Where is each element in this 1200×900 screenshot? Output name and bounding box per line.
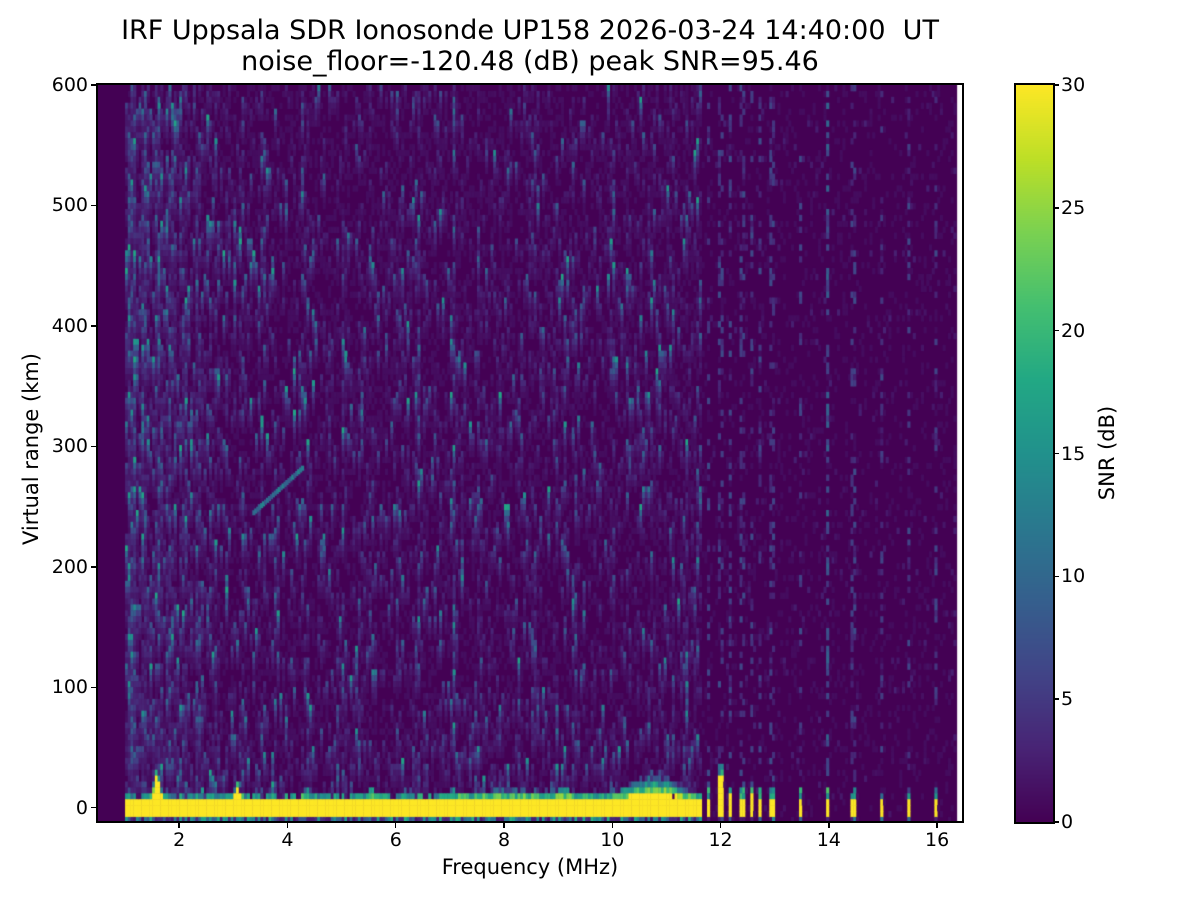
y-tick-mark [91, 445, 96, 448]
x-tick-mark [719, 823, 722, 828]
x-tick-label: 14 [816, 829, 841, 851]
x-tick-mark [611, 823, 614, 828]
y-tick-mark [91, 84, 96, 86]
y-tick-mark [91, 686, 96, 689]
y-tick-label: 600 [51, 74, 88, 96]
colorbar-tick-mark [1055, 452, 1059, 455]
colorbar-tick-mark [1055, 575, 1059, 578]
x-tick-mark [286, 823, 289, 828]
plot-subtitle: noise_floor=-120.48 (dB) peak SNR=95.46 [241, 46, 819, 77]
colorbar-tick-label: 30 [1061, 74, 1086, 96]
ionogram-figure: IRF Uppsala SDR Ionosonde UP158 2026-03-… [0, 0, 1200, 900]
y-tick-mark [91, 806, 96, 809]
x-tick-mark [503, 823, 505, 828]
x-tick-mark [828, 823, 830, 828]
y-tick-label: 100 [51, 676, 88, 699]
x-tick-label: 6 [389, 829, 402, 851]
x-tick-label: 8 [497, 829, 511, 851]
y-tick-label: 200 [51, 555, 88, 578]
y-tick-mark [91, 325, 96, 327]
x-tick-label: 12 [708, 829, 733, 851]
x-axis-label: Frequency (MHz) [441, 855, 619, 879]
colorbar-tick-label: 20 [1061, 319, 1086, 342]
colorbar-tick-mark [1055, 821, 1059, 823]
x-tick-mark [394, 823, 397, 828]
y-tick-label: 400 [51, 314, 88, 337]
colorbar-tick-label: 10 [1061, 565, 1086, 588]
colorbar-label: SNR (dB) [1095, 405, 1119, 501]
x-tick-label: 16 [925, 829, 950, 851]
colorbar-tick-mark [1055, 698, 1059, 700]
x-tick-label: 2 [173, 829, 186, 851]
x-tick-mark [178, 823, 180, 828]
y-tick-label: 500 [51, 194, 88, 217]
x-tick-label: 4 [281, 829, 294, 851]
plot-frame [96, 83, 964, 823]
plot-title: IRF Uppsala SDR Ionosonde UP158 2026-03-… [121, 15, 939, 46]
y-tick-mark [91, 204, 96, 207]
y-tick-mark [91, 566, 96, 568]
colorbar-tick-mark [1055, 329, 1059, 332]
colorbar-tick-label: 5 [1061, 688, 1074, 711]
y-tick-label: 0 [75, 796, 88, 819]
x-tick-mark [936, 823, 938, 828]
colorbar-frame [1014, 83, 1055, 824]
y-axis-label: Virtual range (km) [19, 352, 43, 546]
colorbar-tick-mark [1055, 207, 1059, 209]
colorbar-tick-label: 0 [1061, 811, 1074, 833]
x-tick-label: 10 [600, 829, 625, 851]
colorbar-tick-mark [1055, 84, 1059, 86]
colorbar-tick-label: 25 [1061, 196, 1086, 219]
